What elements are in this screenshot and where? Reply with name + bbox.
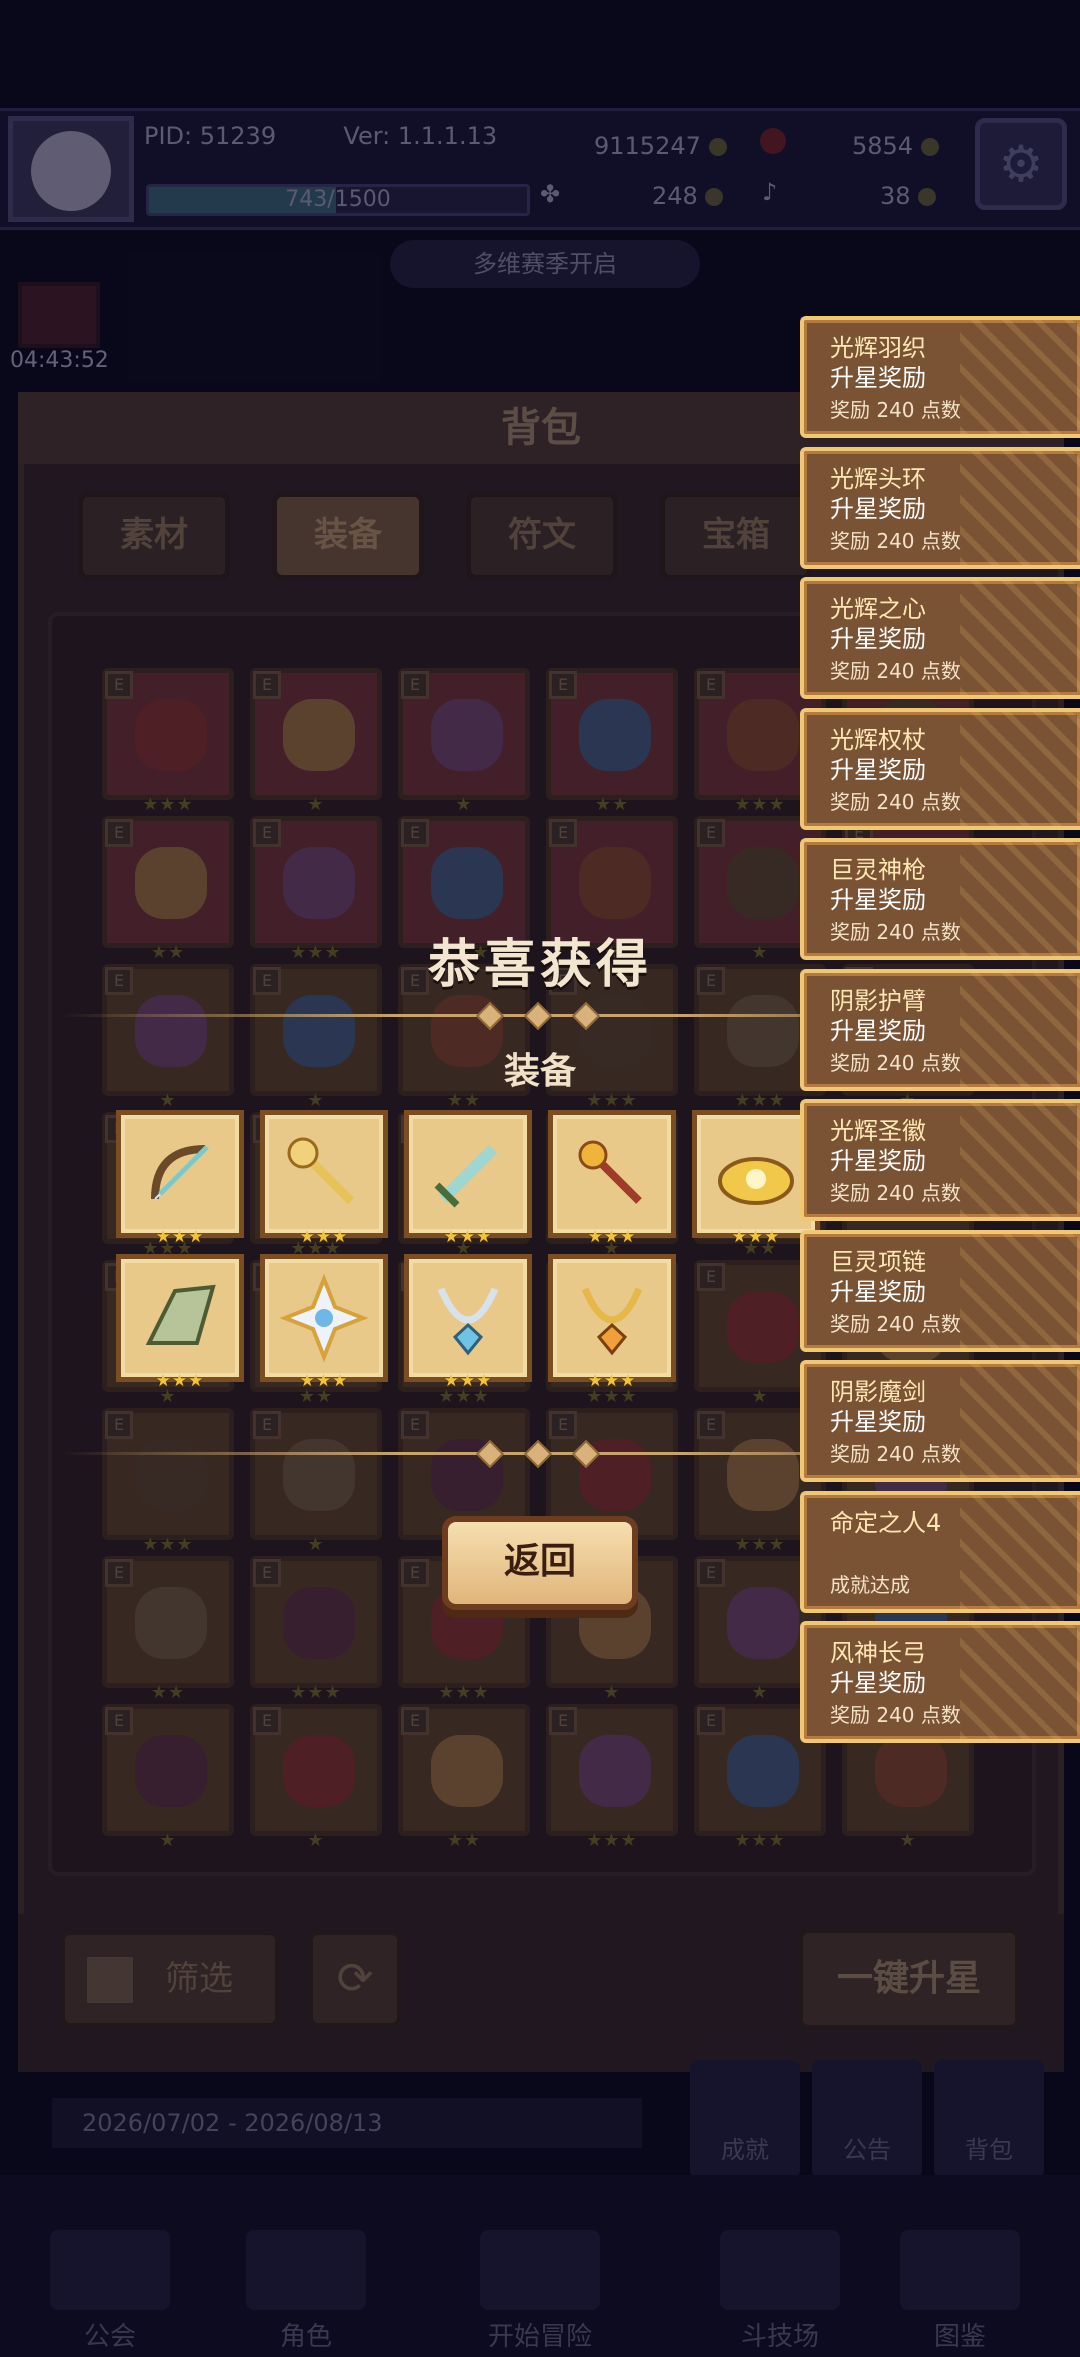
reward-item[interactable]: ★★★ xyxy=(260,1110,388,1247)
reward-notification: 阴影魔剑 升星奖励 奖励 240 点数 xyxy=(800,1360,1080,1482)
notification-type: 升星奖励 xyxy=(830,886,926,914)
notification-type: 升星奖励 xyxy=(830,625,926,653)
notification-item-name: 命定之人4 xyxy=(830,1508,942,1537)
notification-detail: 奖励 240 点数 xyxy=(830,1181,961,1205)
divider-ornament xyxy=(470,1001,610,1031)
notification-type: 升星奖励 xyxy=(830,364,926,392)
reward-notification: 光辉权杖 升星奖励 奖励 240 点数 xyxy=(800,707,1080,830)
wing-icon xyxy=(135,1273,225,1363)
crown-icon xyxy=(711,1129,801,1219)
scepter-icon xyxy=(567,1129,657,1219)
reward-stars: ★★★ xyxy=(587,1227,637,1247)
reward-item[interactable]: ★★★ xyxy=(116,1110,244,1247)
notification-type: 升星奖励 xyxy=(830,1147,926,1175)
sword-icon xyxy=(423,1129,513,1219)
notification-detail: 成就达成 xyxy=(830,1572,910,1597)
notification-detail: 奖励 240 点数 xyxy=(830,789,961,814)
golden-staff-icon xyxy=(279,1129,369,1219)
reward-stars: ★★★ xyxy=(155,1371,205,1391)
reward-notification: 光辉羽织 升星奖励 奖励 240 点数 xyxy=(800,316,1080,438)
reward-stars: ★★★ xyxy=(443,1227,493,1247)
notification-type: 升星奖励 xyxy=(830,755,926,784)
notification-detail: 奖励 240 点数 xyxy=(830,1050,961,1075)
back-button[interactable]: 返回 xyxy=(442,1516,638,1610)
notification-detail: 奖励 240 点数 xyxy=(830,659,961,683)
notification-type: 升星奖励 xyxy=(830,1277,926,1306)
reward-stars: ★★★ xyxy=(587,1371,637,1391)
reward-notification: 巨灵神枪 升星奖励 奖励 240 点数 xyxy=(800,838,1080,960)
notification-detail: 奖励 240 点数 xyxy=(830,1311,961,1336)
reward-stars: ★★★ xyxy=(443,1371,493,1391)
radiant-emblem-icon xyxy=(279,1273,369,1363)
reward-notification: 光辉之心 升星奖励 奖励 240 点数 xyxy=(800,577,1080,699)
reward-stars: ★★★ xyxy=(155,1227,205,1247)
reward-item[interactable]: ★★★ xyxy=(548,1254,676,1391)
silver-necklace-icon xyxy=(423,1273,513,1363)
notification-detail: 奖励 240 点数 xyxy=(830,1703,961,1727)
reward-item[interactable]: ★★★ xyxy=(548,1110,676,1247)
reward-stars: ★★★ xyxy=(299,1227,349,1247)
notification-type: 升星奖励 xyxy=(830,1016,926,1045)
reward-notification: 风神长弓 升星奖励 奖励 240 点数 xyxy=(800,1621,1080,1743)
gold-necklace-icon xyxy=(567,1273,657,1363)
reward-notification: 光辉头环 升星奖励 奖励 240 点数 xyxy=(800,446,1080,569)
reward-notification: 巨灵项链 升星奖励 奖励 240 点数 xyxy=(800,1229,1080,1352)
notification-type: 升星奖励 xyxy=(830,1669,926,1697)
reward-notification: 阴影护臂 升星奖励 奖励 240 点数 xyxy=(800,968,1080,1091)
reward-item[interactable]: ★★★ xyxy=(116,1254,244,1391)
reward-notification: 光辉圣徽 升星奖励 奖励 240 点数 xyxy=(800,1099,1080,1221)
reward-stars: ★★★ xyxy=(731,1227,781,1247)
reward-item[interactable]: ★★★ xyxy=(404,1254,532,1391)
reward-stars: ★★★ xyxy=(299,1371,349,1391)
notification-type: 升星奖励 xyxy=(830,1408,926,1436)
notification-detail: 奖励 240 点数 xyxy=(830,528,961,553)
notification-detail: 奖励 240 点数 xyxy=(830,1442,961,1466)
notification-detail: 奖励 240 点数 xyxy=(830,398,961,422)
notification-type: 升星奖励 xyxy=(830,494,926,523)
divider-ornament xyxy=(470,1439,610,1469)
reward-item[interactable]: ★★★ xyxy=(260,1254,388,1391)
reward-item[interactable]: ★★★ xyxy=(404,1110,532,1247)
bow-icon xyxy=(135,1129,225,1219)
reward-notification: 命定之人4 成就达成 xyxy=(800,1490,1080,1613)
notification-detail: 奖励 240 点数 xyxy=(830,920,961,944)
